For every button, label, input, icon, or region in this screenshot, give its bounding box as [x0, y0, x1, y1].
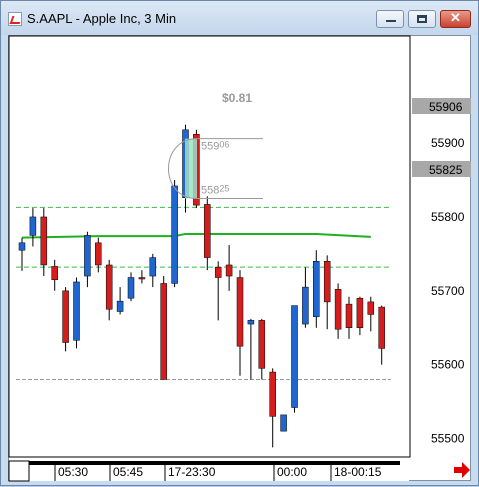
candle-body[interactable] [18, 242, 26, 251]
candle-body[interactable] [95, 242, 102, 266]
measure-highlight [185, 138, 197, 199]
candle-body[interactable] [214, 266, 222, 278]
candle-body[interactable] [51, 266, 58, 280]
price-marker-bottom-label: 55825 [429, 163, 463, 177]
candle-body[interactable] [204, 204, 211, 258]
measure-bottom-price-main: 558 [201, 184, 219, 196]
candle-body[interactable] [280, 414, 287, 432]
candle-body[interactable] [116, 300, 124, 312]
candle-body[interactable] [149, 257, 157, 277]
candle-body[interactable] [345, 303, 353, 328]
measure-top-price-main: 559 [201, 141, 219, 153]
y-tick-label: 55700 [431, 284, 465, 298]
candle-body[interactable] [225, 264, 233, 277]
scroll-box[interactable] [8, 460, 30, 482]
candle-body[interactable] [127, 277, 135, 299]
candle-body[interactable] [73, 281, 80, 341]
candle-body[interactable] [313, 261, 320, 317]
candle-body[interactable] [367, 301, 375, 315]
candle-body[interactable] [138, 277, 146, 280]
candle-body[interactable] [236, 277, 244, 347]
candle-body[interactable] [378, 306, 385, 349]
candle-body[interactable] [247, 320, 255, 325]
candle-body[interactable] [291, 305, 298, 408]
measure-bottom-price-sup: 25 [219, 183, 229, 193]
y-tick-label: 55600 [431, 358, 465, 372]
candle-body[interactable] [323, 261, 331, 303]
price-marker-top-label: 55906 [429, 100, 463, 114]
candle-body[interactable] [258, 320, 266, 369]
measure-delta-label: $0.81 [222, 91, 252, 105]
candlestick-chart[interactable]: 55906 55825 05:30 05:45 17-23:30 00:00 18-00… [1, 1, 479, 487]
candle-body[interactable] [160, 283, 167, 380]
candle-body[interactable] [84, 235, 91, 277]
y-tick-label: 55800 [431, 210, 465, 224]
price-marker-top: 55906 [412, 98, 471, 114]
chart-window: S.AAPL - Apple Inc, 3 Min ✕ 55906 55825 … [0, 0, 479, 486]
candle-body[interactable] [269, 371, 276, 417]
x-tick-label: 00:00 [277, 465, 307, 479]
candle-body[interactable] [62, 290, 69, 343]
measure-top-price-sup: 06 [219, 140, 229, 150]
price-marker-bottom: 55825 [412, 161, 471, 177]
y-tick-label: 55900 [431, 136, 465, 150]
y-tick-label: 55500 [431, 432, 465, 446]
candle-body[interactable] [29, 216, 37, 236]
candle-body[interactable] [302, 286, 309, 325]
candle-body[interactable] [171, 185, 178, 284]
x-tick-label: 17-23:30 [168, 465, 216, 479]
candle-body[interactable] [334, 289, 342, 330]
candle-body[interactable] [40, 216, 48, 266]
candle-body[interactable] [105, 264, 113, 310]
x-tick-label: 05:30 [58, 465, 88, 479]
candle-body[interactable] [356, 297, 364, 328]
x-tick-label: 05:45 [113, 465, 143, 479]
scroll-right-arrow-icon[interactable] [454, 462, 470, 478]
x-tick-label: 18-00:15 [334, 465, 382, 479]
